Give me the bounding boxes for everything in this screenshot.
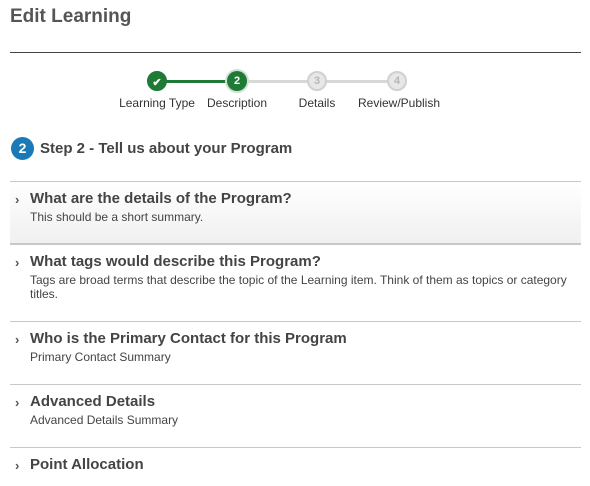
- stepper-track-completed: [157, 80, 237, 83]
- section-title[interactable]: What are the details of the Program?: [30, 190, 292, 207]
- step-1-label[interactable]: Learning Type: [119, 96, 195, 110]
- section-title[interactable]: Point Allocation: [30, 456, 144, 473]
- section-primary-contact[interactable]: › Who is the Primary Contact for this Pr…: [10, 321, 581, 384]
- step-3-indicator[interactable]: 3: [307, 71, 327, 91]
- chevron-right-icon: ›: [15, 395, 20, 410]
- section-program-tags[interactable]: › What tags would describe this Program?…: [10, 244, 581, 321]
- progress-stepper: ✔ 2 3 4 Learning Type Description Detail…: [0, 0, 590, 120]
- section-point-allocation[interactable]: › Point Allocation: [10, 447, 581, 486]
- chevron-right-icon: ›: [15, 255, 20, 270]
- section-summary: Advanced Details Summary: [30, 413, 179, 427]
- step-3-label[interactable]: Details: [299, 96, 336, 110]
- section-title[interactable]: Advanced Details: [30, 393, 155, 410]
- section-program-details[interactable]: › What are the details of the Program? T…: [10, 181, 581, 244]
- section-summary: Tags are broad terms that describe the t…: [30, 273, 567, 301]
- section-title[interactable]: What tags would describe this Program?: [30, 253, 321, 270]
- section-summary: This should be a short summary.: [30, 210, 204, 224]
- check-icon: ✔: [152, 77, 162, 89]
- chevron-right-icon: ›: [15, 458, 20, 473]
- section-summary: Primary Contact Summary: [30, 350, 171, 364]
- chevron-right-icon: ›: [15, 192, 20, 207]
- step-number-badge: 2: [11, 137, 34, 160]
- step-2-label[interactable]: Description: [207, 96, 267, 110]
- section-title[interactable]: Who is the Primary Contact for this Prog…: [30, 330, 347, 347]
- step-1-indicator[interactable]: ✔: [147, 71, 167, 91]
- section-advanced-details[interactable]: › Advanced Details Advanced Details Summ…: [10, 384, 581, 447]
- chevron-right-icon: ›: [15, 332, 20, 347]
- step-4-indicator[interactable]: 4: [387, 71, 407, 91]
- step-2-indicator[interactable]: 2: [227, 71, 247, 91]
- step-4-label[interactable]: Review/Publish: [358, 96, 440, 110]
- step-heading: Step 2 - Tell us about your Program: [40, 140, 293, 157]
